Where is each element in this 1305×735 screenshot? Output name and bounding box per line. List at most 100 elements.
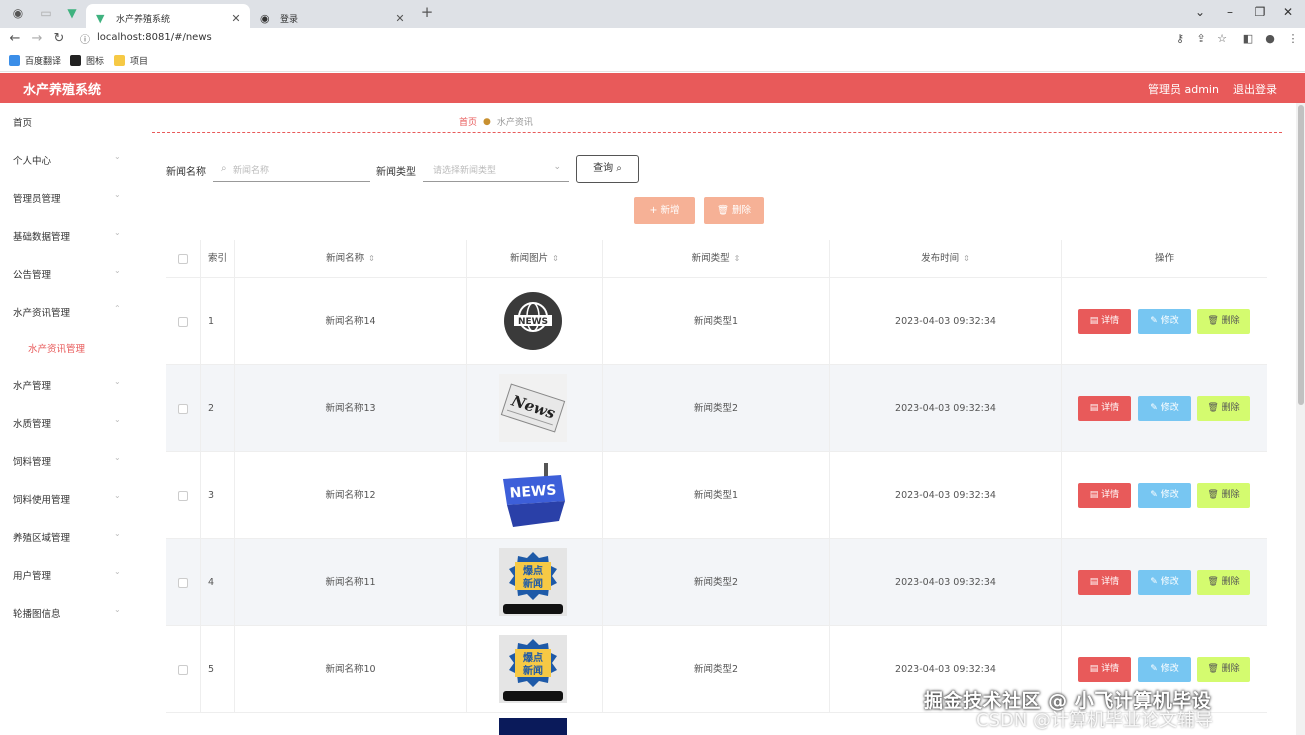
minimize-icon[interactable]: –	[1215, 5, 1245, 19]
edit-button[interactable]: ✎ 修改	[1138, 570, 1191, 595]
share-icon[interactable]: ⇪	[1193, 32, 1209, 45]
key-icon[interactable]: ⚷	[1172, 32, 1188, 45]
batch-delete-button[interactable]: 🗑 删除	[704, 197, 764, 224]
sort-icon[interactable]: ⇕	[963, 254, 970, 263]
sidebar-item-notice[interactable]: 公告管理 ⌄	[0, 264, 134, 284]
query-button[interactable]: 查询 ⌕	[576, 155, 639, 183]
sidebar-item-news[interactable]: 水产资讯管理 ⌃	[0, 302, 134, 322]
info-icon[interactable]: ⓘ	[80, 31, 90, 46]
sort-icon[interactable]: ⇕	[552, 254, 559, 263]
maximize-icon[interactable]: ❐	[1245, 5, 1275, 19]
sidebar-subitem-news[interactable]: 水产资讯管理	[28, 341, 85, 355]
trash-icon: 🗑	[716, 205, 733, 216]
chevron-down-icon: ⌄	[114, 415, 121, 424]
bookmark-translate[interactable]: 百度翻译	[9, 54, 61, 67]
detail-button[interactable]: ▤ 详情	[1078, 396, 1131, 421]
sidebar-item-feeduse[interactable]: 饲料使用管理 ⌄	[0, 489, 134, 509]
star-icon[interactable]: ☆	[1214, 32, 1230, 45]
blank-tab-icon[interactable]: ▭	[37, 6, 55, 22]
vue-icon[interactable]: ▼	[63, 6, 81, 22]
header-time-label: 发布时间	[921, 253, 960, 264]
sidebar-item-admin[interactable]: 管理员管理 ⌄	[0, 188, 134, 208]
breadcrumb-current: 水产资讯	[496, 118, 533, 128]
row-checkbox[interactable]	[178, 404, 188, 414]
url-text[interactable]: localhost:8081/#/news	[97, 32, 212, 43]
sidepanel-icon[interactable]: ◧	[1240, 32, 1256, 45]
chrome-icon[interactable]: ◉	[9, 6, 27, 22]
delete-label: 删除	[1221, 316, 1240, 326]
news-type-select[interactable]: 请选择新闻类型 ⌄	[423, 158, 569, 182]
tab-search-icon[interactable]: ⌄	[1185, 5, 1215, 19]
detail-label: 详情	[1101, 490, 1120, 500]
search-icon: ⌕	[616, 163, 622, 174]
delete-button[interactable]: 🗑 删除	[1197, 570, 1250, 595]
row-checkbox[interactable]	[178, 491, 188, 501]
new-tab-icon[interactable]: +	[418, 3, 436, 21]
address-bar: ← → ↻ ⓘ localhost:8081/#/news ⚷ ⇪ ☆ ◧ ● …	[0, 28, 1305, 50]
close-window-icon[interactable]: ✕	[1273, 5, 1303, 19]
forward-icon[interactable]: →	[29, 31, 45, 46]
trash-icon: 🗑	[1207, 316, 1222, 326]
header-name[interactable]: 新闻名称 ⇕	[235, 240, 467, 278]
detail-button[interactable]: ▤ 详情	[1078, 483, 1131, 508]
profile-icon[interactable]: ●	[1262, 32, 1278, 45]
detail-button[interactable]: ▤ 详情	[1078, 309, 1131, 334]
header-time[interactable]: 发布时间 ⇕	[830, 240, 1062, 278]
sidebar-item-basedata[interactable]: 基础数据管理 ⌄	[0, 226, 134, 246]
edit-button[interactable]: ✎ 修改	[1138, 657, 1191, 682]
sidebar-item-aquatic[interactable]: 水产管理 ⌄	[0, 375, 134, 395]
breadcrumb-home[interactable]: 首页	[459, 115, 477, 128]
row-checkbox[interactable]	[178, 317, 188, 327]
bookmark-project[interactable]: 项目	[114, 54, 148, 67]
news-name-input[interactable]: ⌕ 新闻名称	[213, 158, 370, 182]
header-type[interactable]: 新闻类型 ⇕	[603, 240, 830, 278]
back-icon[interactable]: ←	[7, 31, 23, 46]
row-news-type: 新闻类型1	[603, 452, 830, 539]
detail-button[interactable]: ▤ 详情	[1078, 570, 1131, 595]
sidebar-item-profile[interactable]: 个人中心 ⌄	[0, 150, 134, 170]
sort-icon[interactable]: ⇕	[368, 254, 375, 263]
sidebar-item-users[interactable]: 用户管理 ⌄	[0, 565, 134, 585]
sidebar: 首页 个人中心 ⌄ 管理员管理 ⌄ 基础数据管理 ⌄ 公告管理 ⌄ 水产资讯管理…	[0, 103, 134, 735]
bookmark-icons[interactable]: 图标	[70, 54, 104, 67]
menu-icon[interactable]: ⋮	[1285, 32, 1301, 45]
delete-button[interactable]: 🗑 删除	[1197, 309, 1250, 334]
edit-button[interactable]: ✎ 修改	[1138, 483, 1191, 508]
add-button[interactable]: + 新增	[634, 197, 695, 224]
delete-button[interactable]: 🗑 删除	[1197, 483, 1250, 508]
sidebar-item-area[interactable]: 养殖区域管理 ⌄	[0, 527, 134, 547]
delete-label: 删除	[1221, 664, 1240, 674]
reload-icon[interactable]: ↻	[51, 31, 67, 46]
sidebar-item-water[interactable]: 水质管理 ⌄	[0, 413, 134, 433]
scrollbar-thumb[interactable]	[1298, 105, 1304, 405]
edit-button[interactable]: ✎ 修改	[1138, 309, 1191, 334]
sidebar-item-carousel[interactable]: 轮播图信息 ⌄	[0, 603, 134, 623]
close-icon[interactable]: ✕	[230, 12, 242, 25]
sort-icon[interactable]: ⇕	[734, 254, 741, 263]
chevron-down-icon: ⌄	[114, 567, 121, 576]
logout-link[interactable]: 退出登录	[1233, 81, 1277, 97]
header-image[interactable]: 新闻图片 ⇕	[467, 240, 603, 278]
edit-button[interactable]: ✎ 修改	[1138, 396, 1191, 421]
admin-label[interactable]: 管理员 admin	[1148, 81, 1219, 97]
detail-button[interactable]: ▤ 详情	[1078, 657, 1131, 682]
tab-app[interactable]: ▼ 水产养殖系统 ✕	[86, 4, 250, 28]
row-checkbox[interactable]	[178, 665, 188, 675]
select-all-checkbox[interactable]	[178, 254, 188, 264]
globe-icon: ◉	[260, 12, 270, 25]
close-icon[interactable]: ✕	[394, 12, 406, 25]
delete-label: 删除	[1221, 403, 1240, 413]
delete-button[interactable]: 🗑 删除	[1197, 396, 1250, 421]
divider	[152, 132, 1282, 133]
delete-button[interactable]: 🗑 删除	[1197, 657, 1250, 682]
news-thumbnail-dark	[499, 718, 567, 735]
header-ops: 操作	[1154, 253, 1174, 264]
plus-icon: +	[649, 205, 661, 216]
tab-login[interactable]: ◉ 登录 ✕	[250, 4, 414, 28]
row-news-name: 新闻名称10	[235, 626, 467, 713]
row-checkbox-cell	[166, 452, 201, 539]
row-checkbox[interactable]	[178, 578, 188, 588]
sidebar-item-home[interactable]: 首页	[0, 112, 134, 132]
sidebar-item-feed[interactable]: 饲料管理 ⌄	[0, 451, 134, 471]
chevron-down-icon: ⌄	[114, 605, 121, 614]
